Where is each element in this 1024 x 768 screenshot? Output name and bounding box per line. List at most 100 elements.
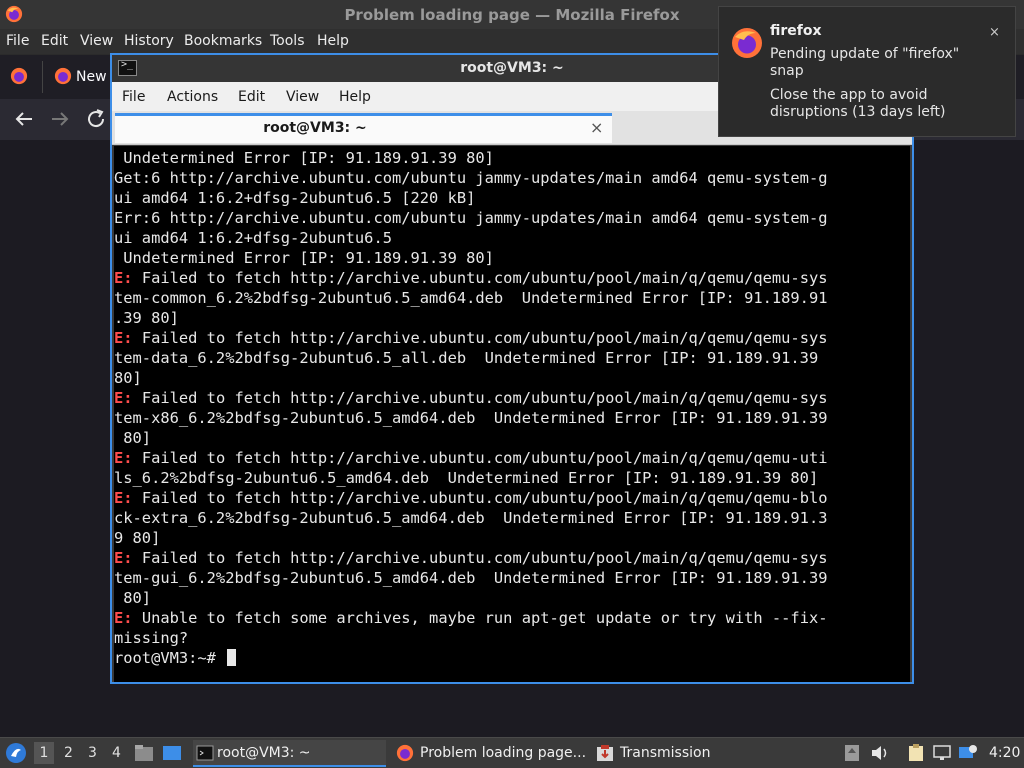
error-prefix: E: [114, 449, 133, 467]
firefox-tab-new[interactable]: New [52, 61, 107, 93]
task-transmission[interactable]: Transmission [596, 740, 716, 767]
terminal-line: E: Failed to fetch http://archive.ubuntu… [114, 548, 828, 568]
terminal-prompt-line[interactable]: root@VM3:~# [114, 648, 828, 668]
terminal-line-text: Failed to fetch http://archive.ubuntu.co… [132, 549, 828, 567]
terminal-line: Undetermined Error [IP: 91.189.91.39 80] [114, 148, 828, 168]
terminal-line-text: 80] [114, 369, 142, 387]
task-terminal[interactable]: root@VM3: ~ [193, 740, 386, 767]
firefox-menu-help[interactable]: Help [317, 33, 349, 49]
terminal-tab-label: root@VM3: ~ [263, 120, 367, 136]
task-firefox[interactable]: Problem loading page... [396, 740, 590, 767]
network-icon[interactable] [932, 744, 952, 762]
terminal-line-text: ck-extra_6.2%2bdfsg-2ubuntu6.5_amd64.deb… [114, 509, 828, 527]
terminal-icon [196, 745, 214, 761]
terminal-line-text: tem-common_6.2%2bdfsg-2ubuntu6.5_amd64.d… [114, 289, 828, 307]
terminal-line-text: ui amd64 1:6.2+dfsg-2ubuntu6.5 [114, 229, 392, 247]
error-prefix: E: [114, 269, 133, 287]
transmission-icon [597, 745, 613, 761]
terminal-line: Get:6 http://archive.ubuntu.com/ubuntu j… [114, 168, 828, 188]
terminal-line-text: 9 80] [114, 529, 161, 547]
terminal-line-text: ls_6.2%2bdfsg-2ubuntu6.5_amd64.deb Undet… [114, 469, 819, 487]
volume-icon[interactable] [870, 744, 890, 762]
terminal-line-text: Failed to fetch http://archive.ubuntu.co… [132, 329, 828, 347]
terminal-line: tem-common_6.2%2bdfsg-2ubuntu6.5_amd64.d… [114, 288, 828, 308]
start-menu-icon[interactable] [5, 742, 27, 764]
terminal-line-text: ui amd64 1:6.2+dfsg-2ubuntu6.5 [220 kB] [114, 189, 476, 207]
updates-icon[interactable] [842, 744, 862, 762]
firefox-view-icon[interactable] [10, 67, 28, 85]
workspace-2[interactable]: 2 [64, 745, 73, 761]
error-prefix: E: [114, 389, 133, 407]
terminal-menu-help[interactable]: Help [339, 89, 371, 105]
notification-message: Pending update of "firefox" snap [770, 46, 960, 79]
terminal-line: ui amd64 1:6.2+dfsg-2ubuntu6.5 [220 kB] [114, 188, 828, 208]
firefox-tab-label: New [76, 69, 107, 85]
terminal-line: ck-extra_6.2%2bdfsg-2ubuntu6.5_amd64.deb… [114, 508, 828, 528]
terminal-line: 80] [114, 428, 828, 448]
show-desktop-icon[interactable] [162, 744, 182, 762]
terminal-line: 80] [114, 588, 828, 608]
terminal-line: tem-data_6.2%2bdfsg-2ubuntu6.5_all.deb U… [114, 348, 828, 368]
task-label: root@VM3: ~ [217, 745, 311, 761]
terminal-output[interactable]: Undetermined Error [IP: 91.189.91.39 80]… [114, 146, 910, 682]
taskbar: 1 2 3 4 root@VM3: ~ Problem loading page… [0, 737, 1024, 768]
close-icon[interactable]: × [989, 25, 1000, 40]
terminal-line-text: tem-gui_6.2%2bdfsg-2ubuntu6.5_amd64.deb … [114, 569, 828, 587]
terminal-line: E: Failed to fetch http://archive.ubuntu… [114, 388, 828, 408]
shell-prompt: root@VM3:~# [114, 649, 226, 667]
terminal-line: 80] [114, 368, 828, 388]
firefox-tab-icon [54, 67, 72, 85]
firefox-icon [396, 744, 414, 762]
terminal-line: E: Failed to fetch http://archive.ubuntu… [114, 488, 828, 508]
terminal-menu-actions[interactable]: Actions [167, 89, 218, 105]
firefox-menu-view[interactable]: View [80, 33, 113, 49]
terminal-line: Undetermined Error [IP: 91.189.91.39 80] [114, 248, 828, 268]
back-arrow-icon[interactable] [12, 107, 36, 131]
firefox-menu-file[interactable]: File [6, 33, 29, 49]
tab-separator [42, 61, 43, 93]
clipboard-icon[interactable] [906, 744, 926, 762]
notification-icon[interactable] [958, 744, 978, 762]
error-prefix: E: [114, 609, 133, 627]
terminal-line-text: Failed to fetch http://archive.ubuntu.co… [132, 269, 828, 287]
firefox-menu-history[interactable]: History [124, 33, 174, 49]
task-label: Problem loading page... [420, 745, 587, 761]
firefox-menu-edit[interactable]: Edit [41, 33, 68, 49]
terminal-line: 9 80] [114, 528, 828, 548]
notification-app-name: firefox [770, 23, 822, 39]
terminal-menu-view[interactable]: View [286, 89, 319, 105]
terminal-line: tem-gui_6.2%2bdfsg-2ubuntu6.5_amd64.deb … [114, 568, 828, 588]
terminal-line-text: Err:6 http://archive.ubuntu.com/ubuntu j… [114, 209, 828, 227]
firefox-menu-bookmarks[interactable]: Bookmarks [184, 33, 262, 49]
terminal-window: >_ root@VM3: ~ File Actions Edit View He… [110, 53, 914, 684]
terminal-line: E: Unable to fetch some archives, maybe … [114, 608, 828, 628]
forward-arrow-icon[interactable] [48, 107, 72, 131]
firefox-icon [732, 28, 762, 58]
terminal-tab[interactable]: root@VM3: ~ × [115, 113, 612, 143]
terminal-line-text: Failed to fetch http://archive.ubuntu.co… [132, 449, 828, 467]
terminal-menu-file[interactable]: File [122, 89, 145, 105]
reload-icon[interactable] [84, 107, 108, 131]
terminal-menu-edit[interactable]: Edit [238, 89, 265, 105]
terminal-line: ui amd64 1:6.2+dfsg-2ubuntu6.5 [114, 228, 828, 248]
text-cursor [227, 649, 237, 666]
close-icon[interactable]: × [590, 118, 603, 137]
terminal-line-text: missing? [114, 629, 189, 647]
workspace-4[interactable]: 4 [112, 745, 121, 761]
terminal-line: E: Failed to fetch http://archive.ubuntu… [114, 328, 828, 348]
error-prefix: E: [114, 549, 133, 567]
notification-detail: Close the app to avoid disruptions (13 d… [770, 87, 946, 120]
terminal-line: E: Failed to fetch http://archive.ubuntu… [114, 268, 828, 288]
terminal-line-text: 80] [114, 589, 152, 607]
workspace-3[interactable]: 3 [88, 745, 97, 761]
firefox-menu-tools[interactable]: Tools [270, 33, 305, 49]
workspace-1[interactable]: 1 [34, 742, 54, 764]
terminal-line: .39 80] [114, 308, 828, 328]
error-prefix: E: [114, 489, 133, 507]
terminal-line-text: .39 80] [114, 309, 179, 327]
terminal-line: missing? [114, 628, 828, 648]
error-prefix: E: [114, 329, 133, 347]
file-manager-icon[interactable] [134, 744, 154, 762]
terminal-line-text: 80] [114, 429, 152, 447]
update-notification[interactable]: firefox Pending update of "firefox" snap… [718, 6, 1016, 137]
